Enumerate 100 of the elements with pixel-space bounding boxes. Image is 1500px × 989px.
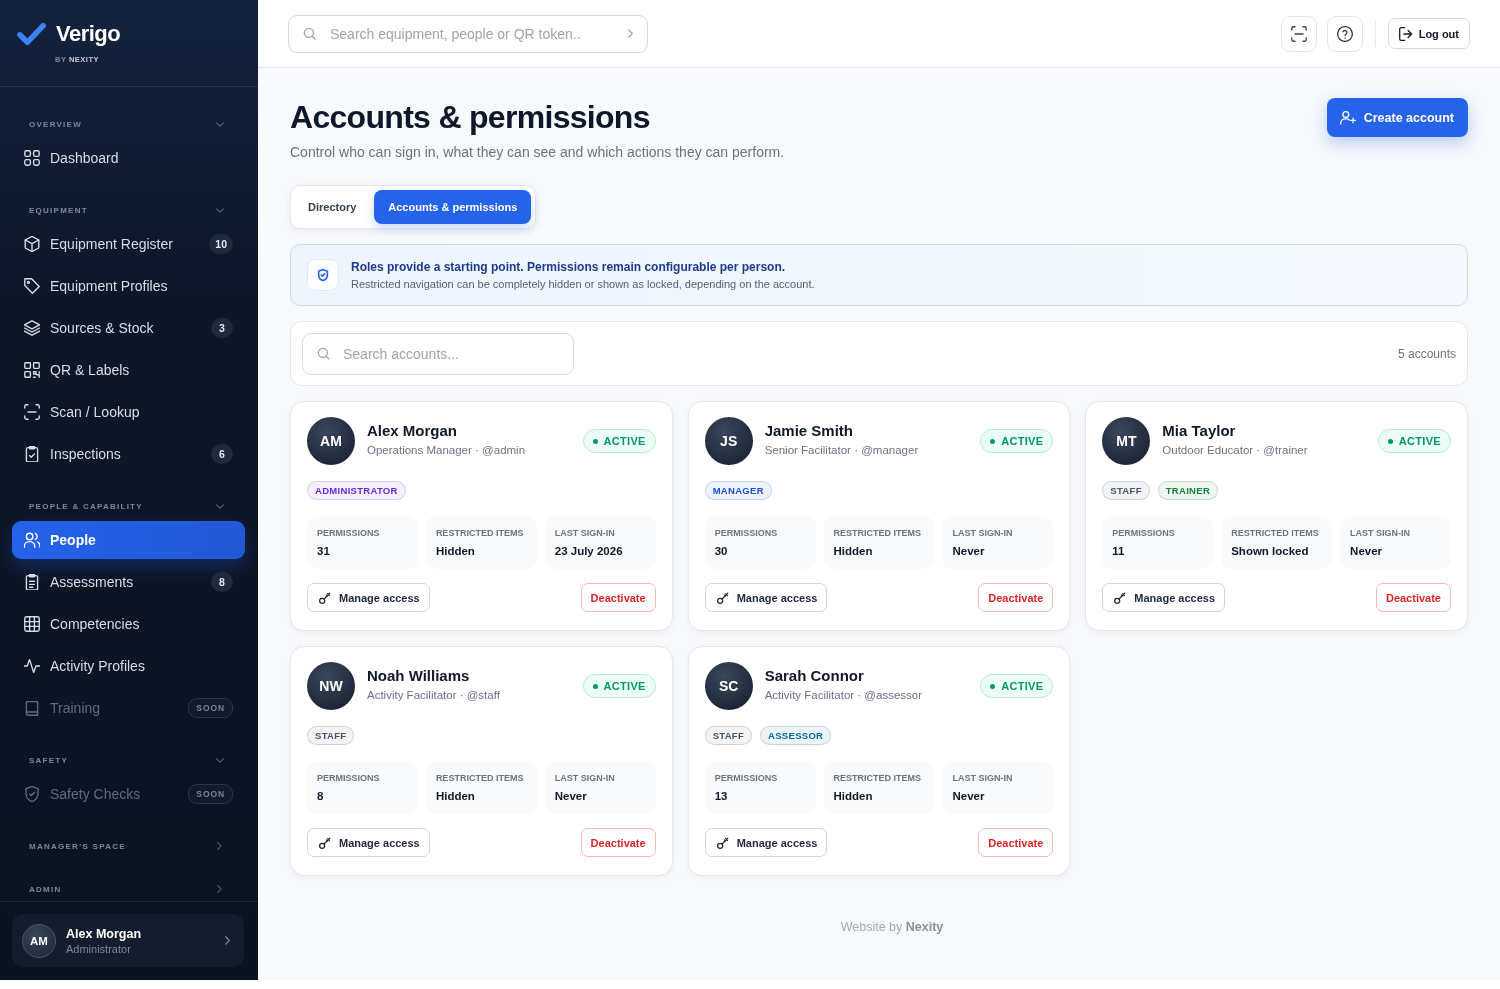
avatar: AM: [307, 417, 355, 465]
search-icon: [303, 27, 316, 40]
account-role: Operations Manager · @admin: [367, 443, 526, 458]
layers-icon: [24, 320, 40, 336]
nav-item: Safety Checks SOON: [12, 775, 245, 813]
avatar: MT: [1102, 417, 1151, 465]
account-role: Outdoor Educator · @trainer: [1162, 443, 1308, 458]
stat-label: LAST SIGN-IN: [952, 772, 1013, 784]
nav-item[interactable]: People: [12, 521, 245, 559]
search-field[interactable]: Search equipment, people or QR token..: [288, 14, 648, 53]
nav-item[interactable]: Dashboard: [12, 139, 245, 177]
section-toggle[interactable]: MANAGER’S SPACE: [12, 836, 245, 856]
stat-label: RESTRICTED ITEMS: [833, 772, 922, 784]
stat-label: LAST SIGN-IN: [554, 772, 615, 784]
chevron-right-icon: [225, 936, 230, 945]
soon-label: SOON: [188, 784, 233, 804]
section-toggle[interactable]: ADMIN: [12, 879, 245, 899]
account-role: Activity Facilitator · @staff: [367, 688, 500, 703]
status-text: ACTIVE: [1398, 435, 1441, 447]
scan-button[interactable]: [1280, 15, 1317, 52]
stat-label: PERMISSIONS: [317, 772, 380, 784]
role-tag: ADMINISTRATOR: [307, 481, 406, 500]
logout-icon: [1398, 26, 1413, 41]
key-icon: [319, 591, 331, 604]
nav-item: Training SOON: [12, 689, 245, 727]
stat-value: Never: [952, 544, 985, 558]
pulse-icon: [24, 658, 40, 674]
status-text: ACTIVE: [603, 680, 646, 692]
stat-label: RESTRICTED ITEMS: [435, 527, 524, 539]
nav-item[interactable]: Activity Profiles: [12, 647, 245, 685]
avatar: JS: [704, 417, 753, 465]
manage-access-button[interactable]: Manage access: [1102, 583, 1226, 612]
role-tag: ASSESSOR: [760, 726, 832, 745]
nav-item[interactable]: Sources & Stock 3: [12, 309, 245, 347]
tag-icon: [24, 278, 40, 294]
stat-value: Hidden: [435, 544, 475, 558]
clipboard-check-icon: [24, 446, 40, 462]
user-role: Administrator: [66, 942, 131, 955]
section-toggle[interactable]: OVERVIEW: [12, 114, 245, 134]
stat-label: PERMISSIONS: [317, 527, 380, 539]
deactivate-button[interactable]: Deactivate: [580, 583, 656, 612]
account-role: Activity Facilitator · @assessor: [764, 688, 923, 703]
banner-title: Roles provide a starting point. Permissions remain configurable per person.: [351, 260, 786, 274]
tab[interactable]: Accounts & permissions: [374, 190, 532, 224]
nav-item[interactable]: Inspections 6: [12, 435, 245, 473]
status-text: ACTIVE: [603, 435, 646, 447]
section-toggle[interactable]: PEOPLE & CAPABILITY: [12, 496, 245, 516]
create-account-button[interactable]: Create account: [1326, 98, 1468, 137]
account-name: Alex Morgan: [367, 421, 457, 441]
deactivate-button[interactable]: Deactivate: [1375, 583, 1451, 612]
book-icon: [24, 700, 40, 716]
status-dot-icon: [592, 683, 598, 689]
role-tag: STAFF: [307, 726, 355, 745]
search-icon: [317, 347, 330, 360]
manage-access-button[interactable]: Manage access: [307, 583, 430, 612]
stat-label: LAST SIGN-IN: [1350, 527, 1411, 539]
stat-value: Hidden: [833, 544, 873, 558]
section-toggle[interactable]: EQUIPMENT: [12, 200, 245, 220]
nav-item[interactable]: Assessments 8: [12, 563, 245, 601]
manage-access-button[interactable]: Manage access: [704, 828, 828, 857]
nav-item[interactable]: Equipment Register 10: [12, 225, 245, 263]
table-icon: [24, 616, 40, 632]
stat-value: Never: [952, 789, 985, 803]
user-plus-icon: [1339, 110, 1356, 125]
manage-access-button[interactable]: Manage access: [307, 828, 430, 857]
role-tag: STAFF: [1102, 481, 1150, 500]
account-count: 5 accounts: [1397, 346, 1456, 361]
account-name: Noah Williams: [367, 666, 470, 686]
nav-item[interactable]: QR & Labels: [12, 351, 245, 389]
deactivate-button[interactable]: Deactivate: [978, 583, 1054, 612]
count-badge: 10: [209, 234, 233, 254]
stat-label: PERMISSIONS: [1112, 527, 1175, 539]
role-tag: MANAGER: [704, 481, 772, 500]
logout-button[interactable]: Log out: [1387, 18, 1470, 49]
scan-icon: [24, 404, 40, 420]
tab[interactable]: Directory: [295, 190, 370, 224]
section-toggle[interactable]: SAFETY: [12, 750, 245, 770]
manage-access-button[interactable]: Manage access: [704, 583, 828, 612]
status-text: ACTIVE: [1001, 680, 1044, 692]
account-role: Senior Facilitator · @manager: [764, 443, 919, 458]
deactivate-button[interactable]: Deactivate: [580, 828, 656, 857]
scan-icon: [1290, 25, 1307, 42]
status-dot-icon: [592, 438, 598, 444]
stat-value: Shown locked: [1231, 544, 1309, 558]
stat-value: 11: [1112, 544, 1125, 558]
key-icon: [319, 836, 331, 849]
count-badge: 8: [211, 572, 233, 592]
qr-code-icon: [24, 362, 40, 378]
user-menu[interactable]: AM Alex Morgan Administrator: [12, 914, 244, 967]
nav-item[interactable]: Competencies: [12, 605, 245, 643]
stat-value: 23 July 2026: [554, 544, 623, 558]
deactivate-button[interactable]: Deactivate: [978, 828, 1054, 857]
search-field[interactable]: Search accounts...: [302, 332, 574, 375]
help-button[interactable]: [1326, 15, 1363, 52]
role-tag: STAFF: [704, 726, 753, 745]
stat-value: 31: [317, 544, 330, 558]
nav-item[interactable]: Equipment Profiles: [12, 267, 245, 305]
avatar: AM: [22, 923, 56, 958]
stat-label: RESTRICTED ITEMS: [1231, 527, 1319, 539]
nav-item[interactable]: Scan / Lookup: [12, 393, 245, 431]
